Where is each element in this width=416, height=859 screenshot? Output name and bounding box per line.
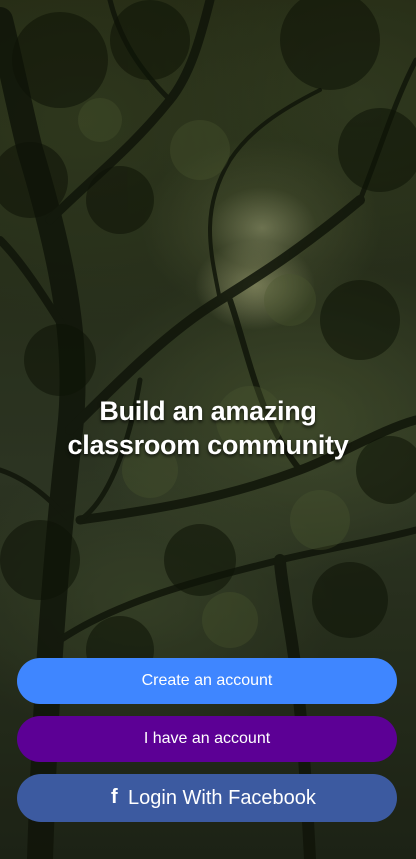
hero-headline-line2: classroom community bbox=[67, 430, 349, 460]
create-account-label: Create an account bbox=[141, 672, 273, 689]
have-account-button[interactable]: I have an account bbox=[17, 716, 397, 762]
create-account-button[interactable]: Create an account bbox=[17, 658, 397, 704]
facebook-icon: f bbox=[111, 786, 118, 809]
have-account-label: I have an account bbox=[143, 730, 271, 747]
onboarding-screen: Build an amazing classroom community Cre… bbox=[0, 0, 416, 859]
hero-headline: Build an amazing classroom community bbox=[0, 394, 416, 462]
hero-headline-line1: Build an amazing bbox=[99, 396, 317, 426]
facebook-login-button[interactable]: f Login With Facebook bbox=[17, 774, 397, 822]
facebook-login-label: Login With Facebook bbox=[128, 786, 316, 809]
